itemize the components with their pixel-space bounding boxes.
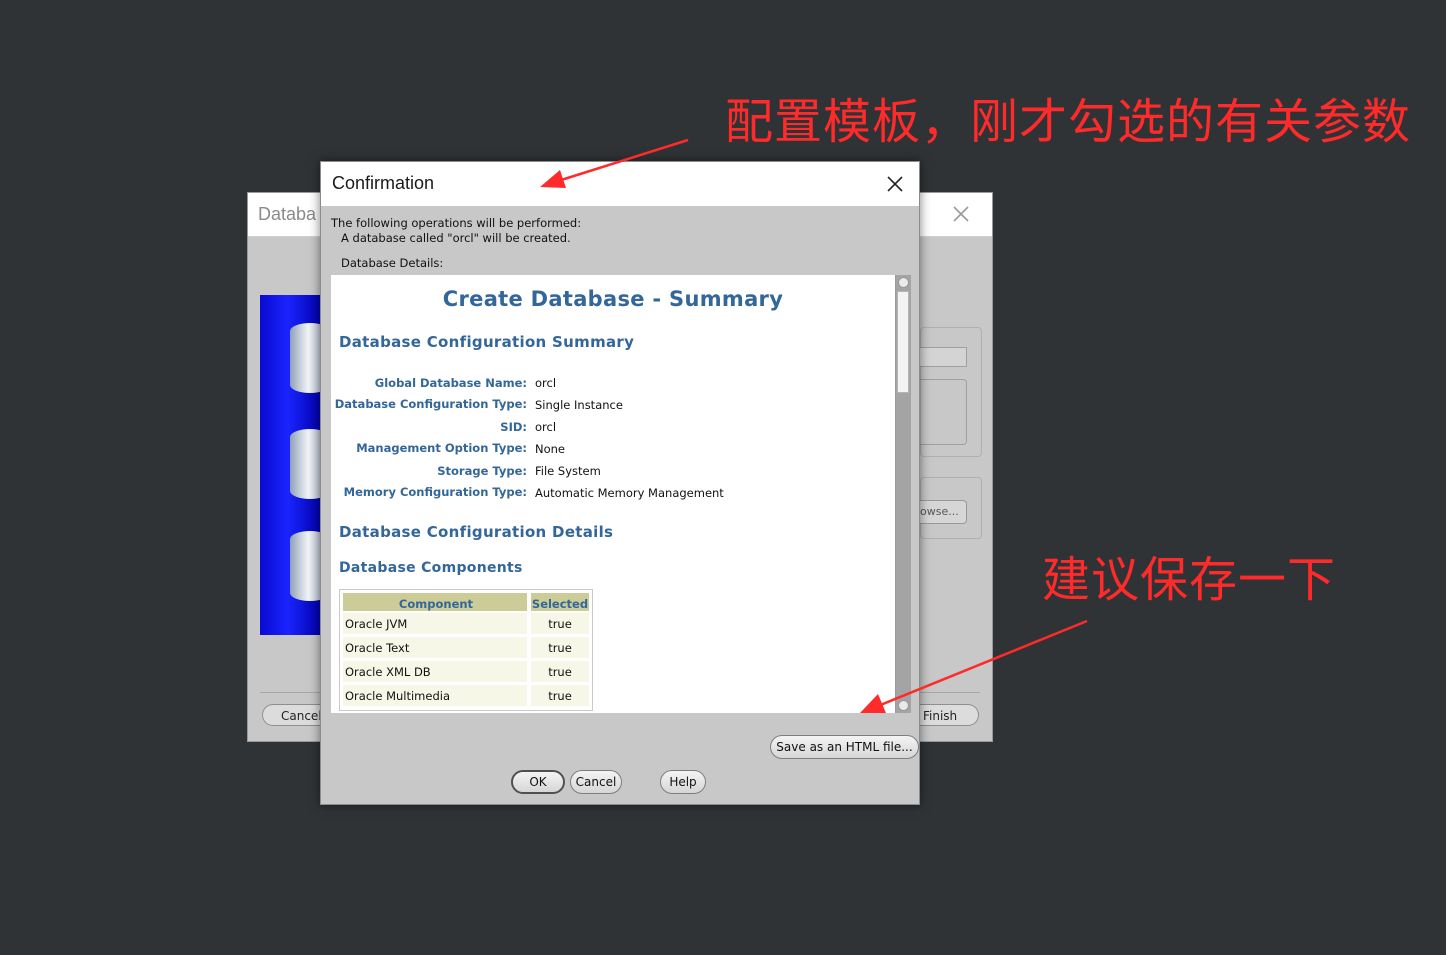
memory-config-value: Automatic Memory Management	[535, 486, 724, 500]
operations-intro-text: The following operations will be perform…	[331, 216, 582, 230]
table-row: Oracle Text true	[342, 636, 590, 660]
annotation-template-note: 配置模板，刚才勾选的有关参数	[725, 94, 1412, 150]
global-db-name-value: orcl	[535, 376, 557, 390]
close-icon[interactable]	[885, 174, 905, 194]
component-selected: true	[530, 684, 590, 708]
storage-type-label: Storage Type:	[437, 464, 527, 478]
table-row: Oracle Multimedia true	[342, 684, 590, 708]
scroll-down-arrow-icon[interactable]	[898, 700, 909, 711]
dialog-titlebar: Confirmation	[321, 162, 919, 206]
global-db-name-label: Global Database Name:	[374, 376, 527, 390]
column-header-component: Component	[342, 592, 528, 612]
sid-value: orcl	[535, 420, 557, 434]
background-cancel-button[interactable]: Cancel	[262, 704, 322, 726]
components-heading: Database Components	[339, 560, 523, 576]
db-config-type-label: Database Configuration Type:	[334, 397, 527, 411]
ok-button[interactable]: OK	[511, 770, 565, 794]
database-banner-image	[260, 295, 330, 635]
summary-scrollbar[interactable]	[895, 275, 911, 713]
management-option-value: None	[535, 442, 566, 456]
summary-html-pane[interactable]: Create Database - Summary Database Confi…	[331, 275, 895, 713]
column-header-selected: Selected	[530, 592, 590, 612]
scroll-up-arrow-icon[interactable]	[898, 277, 909, 288]
component-name: Oracle Text	[342, 636, 528, 660]
close-icon[interactable]	[952, 205, 970, 223]
components-table: Component Selected Oracle JVM true Oracl…	[339, 589, 593, 711]
config-details-heading: Database Configuration Details	[339, 523, 614, 541]
summary-title: Create Database - Summary	[442, 287, 784, 311]
memory-config-label: Memory Configuration Type:	[343, 485, 527, 499]
database-created-text: A database called "orcl" will be created…	[341, 231, 571, 245]
table-header-row: Component Selected	[342, 592, 590, 612]
component-name: Oracle Multimedia	[342, 684, 528, 708]
table-row: Oracle XML DB true	[342, 660, 590, 684]
help-button[interactable]: Help	[660, 770, 706, 794]
dialog-title: Confirmation	[332, 173, 435, 193]
browse-button[interactable]: owse...	[920, 500, 967, 524]
background-text-field[interactable]	[920, 347, 967, 367]
component-name: Oracle XML DB	[342, 660, 528, 684]
background-text-area[interactable]	[920, 379, 967, 445]
management-option-label: Management Option Type:	[356, 441, 527, 455]
component-selected: true	[530, 660, 590, 684]
annotation-save-note: 建议保存一下	[1042, 552, 1337, 608]
database-details-label: Database Details:	[341, 256, 444, 270]
cancel-button[interactable]: Cancel	[570, 770, 622, 794]
component-name: Oracle JVM	[342, 612, 528, 636]
save-as-html-button[interactable]: Save as an HTML file...	[770, 735, 919, 759]
component-selected: true	[530, 636, 590, 660]
storage-type-value: File System	[535, 464, 601, 478]
component-selected: true	[530, 612, 590, 636]
scrollbar-thumb[interactable]	[897, 291, 909, 393]
table-row: Oracle JVM true	[342, 612, 590, 636]
confirmation-dialog: Confirmation The following operations wi…	[320, 161, 920, 805]
config-summary-heading: Database Configuration Summary	[339, 333, 635, 351]
background-window-title: Databa	[258, 204, 317, 224]
db-config-type-value: Single Instance	[535, 398, 623, 412]
sid-label: SID:	[500, 420, 527, 434]
finish-button[interactable]: Finish	[920, 704, 979, 726]
